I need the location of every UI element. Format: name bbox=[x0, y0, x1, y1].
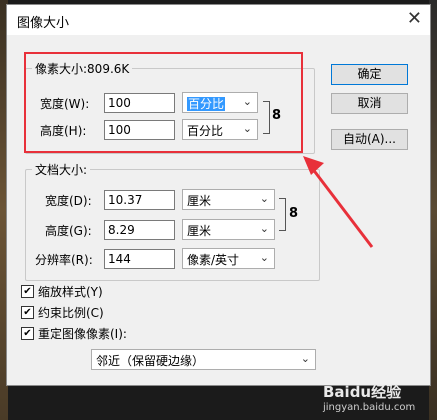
annotation-arrow-shaft bbox=[310, 167, 374, 248]
watermark-brand: Baidu经验 bbox=[323, 383, 402, 401]
annotation-arrow bbox=[303, 156, 374, 248]
watermark: Baidu经验 jingyan.baidu.com bbox=[323, 381, 431, 415]
annotation-arrow-head bbox=[303, 156, 324, 175]
watermark-url: jingyan.baidu.com bbox=[323, 402, 416, 413]
